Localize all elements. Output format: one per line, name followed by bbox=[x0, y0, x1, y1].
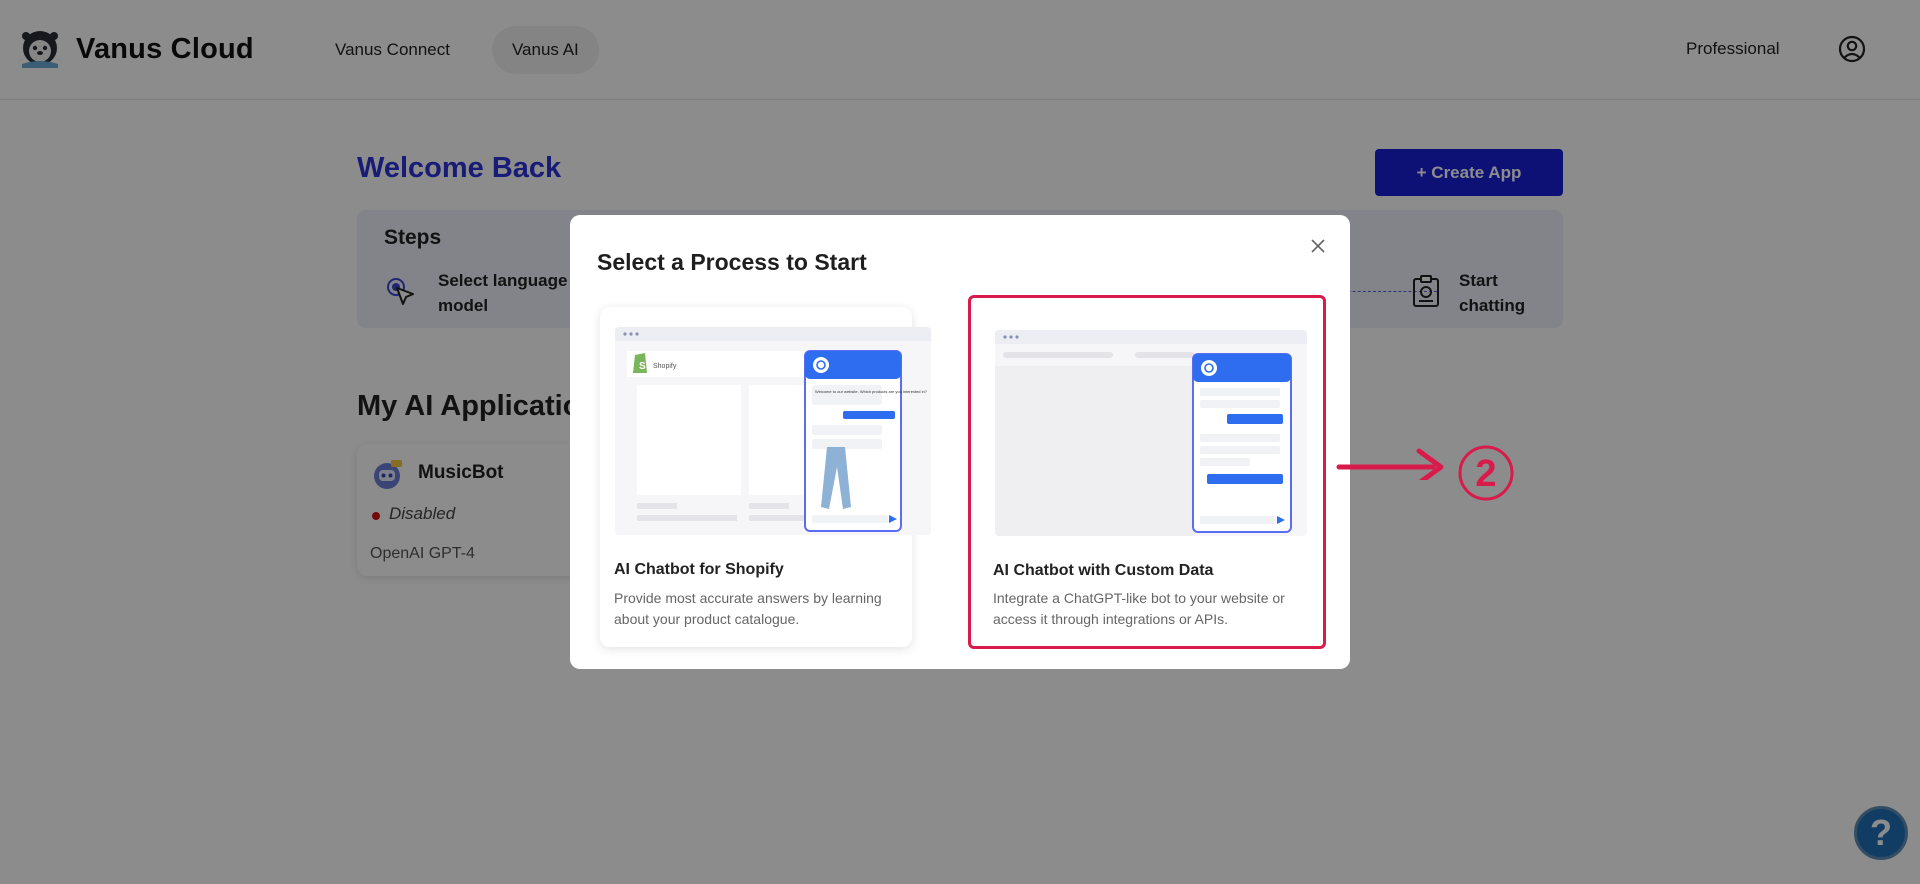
process-select-modal: Select a Process to Start S Shopify Welc… bbox=[570, 215, 1350, 669]
custom-preview-image bbox=[995, 330, 1307, 536]
shopify-preview-image: S Shopify Welcome to our website. Which … bbox=[615, 327, 931, 535]
annotation-number-text: 2 bbox=[1475, 453, 1496, 495]
option-title: AI Chatbot with Custom Data bbox=[993, 562, 1214, 579]
shopify-preview-illustration: S Shopify Welcome to our website. Which … bbox=[615, 327, 931, 535]
option-description: Integrate a ChatGPT-like bot to your web… bbox=[993, 590, 1285, 627]
annotation-arrow-icon bbox=[1336, 448, 1444, 480]
svg-text:S: S bbox=[639, 361, 646, 372]
preview-chat-text: Welcome to our website. Which products a… bbox=[815, 389, 928, 394]
option-custom-data-chatbot[interactable]: AI Chatbot with Custom Data Integrate a … bbox=[968, 295, 1326, 649]
close-icon[interactable] bbox=[1309, 237, 1327, 255]
option-description: Provide most accurate answers by learnin… bbox=[614, 590, 882, 627]
custom-preview-illustration bbox=[995, 330, 1307, 536]
modal-title: Select a Process to Start bbox=[597, 249, 867, 275]
preview-brand-text: Shopify bbox=[653, 363, 677, 370]
option-shopify-chatbot[interactable]: S Shopify Welcome to our website. Which … bbox=[600, 307, 931, 647]
annotation-step-number: 2 bbox=[1458, 445, 1514, 501]
option-title: AI Chatbot for Shopify bbox=[614, 561, 784, 578]
